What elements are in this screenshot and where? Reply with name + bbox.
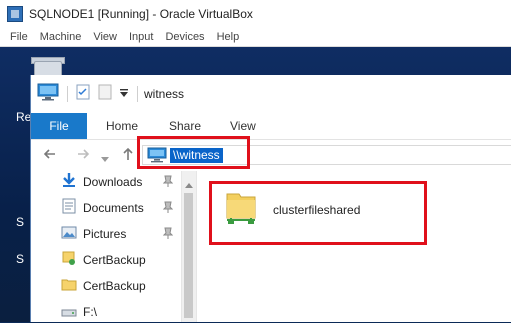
nav-label-pictures: Pictures — [83, 227, 127, 241]
nav-label-documents: Documents — [83, 201, 144, 215]
file-explorer-window: witness File Home Share View \\witness D… — [30, 75, 511, 322]
explorer-title-bar: witness — [31, 75, 511, 113]
nav-label-certbackup-1: CertBackup — [83, 253, 146, 267]
scrollbar-thumb[interactable] — [184, 193, 193, 318]
nav-item-downloads[interactable]: Downloads — [61, 171, 142, 193]
vbox-menu-machine[interactable]: Machine — [40, 31, 82, 43]
nav-item-certbackup-2[interactable]: CertBackup — [61, 275, 146, 297]
pin-icon[interactable] — [162, 227, 174, 242]
customize-quick-access-icon[interactable] — [119, 88, 129, 101]
nav-item-pictures[interactable]: Pictures — [61, 223, 126, 245]
pictures-icon — [61, 224, 77, 245]
nav-label-certbackup-2: CertBackup — [83, 279, 146, 293]
vbox-menu-file[interactable]: File — [10, 31, 28, 43]
pin-icon[interactable] — [162, 175, 174, 190]
up-arrow-icon[interactable] — [122, 147, 134, 164]
new-folder-icon[interactable] — [98, 84, 112, 105]
tab-file[interactable]: File — [31, 113, 87, 139]
folder-icon — [61, 276, 77, 297]
nav-item-certbackup-1[interactable]: CertBackup — [61, 249, 146, 271]
computer-icon — [37, 83, 59, 106]
desktop-label-1: S — [16, 215, 25, 229]
certificate-folder-icon — [61, 250, 77, 271]
vbox-menu-view[interactable]: View — [93, 31, 117, 43]
drive-icon — [61, 302, 77, 323]
vbox-menu-bar: File Machine View Input Devices Help — [0, 28, 511, 47]
nav-item-documents[interactable]: Documents — [61, 197, 144, 219]
navigation-scrollbar[interactable] — [181, 171, 197, 322]
title-separator — [67, 86, 68, 102]
vbox-menu-devices[interactable]: Devices — [165, 31, 204, 43]
vbox-title-bar: SQLNODE1 [Running] - Oracle VirtualBox — [0, 0, 511, 28]
navigation-bar: \\witness — [31, 139, 511, 171]
scroll-up-icon[interactable] — [185, 175, 193, 193]
nav-label-drive-f: F:\ — [83, 305, 97, 319]
download-icon — [61, 172, 77, 193]
navigation-pane: Downloads Documents Pictures CertBackup … — [31, 171, 181, 322]
back-arrow-icon[interactable] — [43, 147, 57, 164]
share-folder-highlight — [209, 181, 427, 245]
properties-icon[interactable] — [76, 84, 90, 105]
title-separator-2 — [137, 86, 138, 102]
nav-item-drive-f[interactable]: F:\ — [61, 301, 97, 323]
ribbon-tabs: File Home Share View — [31, 113, 511, 140]
desktop-label-2: S — [16, 252, 25, 266]
pin-icon[interactable] — [162, 201, 174, 216]
virtualbox-icon — [7, 6, 23, 22]
recent-locations-icon[interactable] — [101, 150, 109, 166]
address-bar-highlight — [137, 136, 250, 169]
documents-icon — [61, 198, 77, 219]
nav-label-downloads: Downloads — [83, 175, 143, 189]
forward-arrow-icon[interactable] — [76, 147, 90, 164]
tab-home[interactable]: Home — [106, 113, 138, 139]
vbox-menu-input[interactable]: Input — [129, 31, 153, 43]
vbox-window-title: SQLNODE1 [Running] - Oracle VirtualBox — [29, 7, 253, 21]
explorer-window-title: witness — [144, 87, 185, 101]
vbox-menu-help[interactable]: Help — [217, 31, 240, 43]
